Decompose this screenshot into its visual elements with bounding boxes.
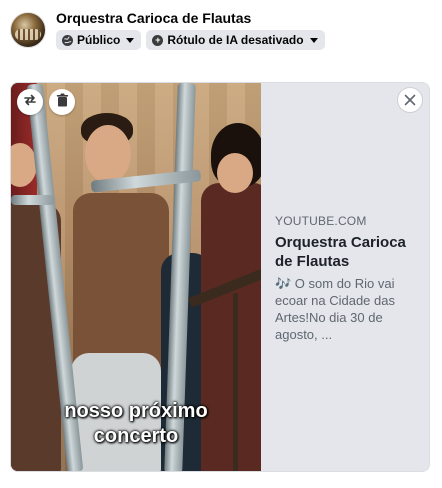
- audience-selector[interactable]: Público: [56, 30, 142, 50]
- chevron-down-icon: [309, 37, 318, 43]
- video-thumbnail[interactable]: nosso próximo concerto: [11, 83, 261, 471]
- trash-icon: [56, 93, 69, 112]
- close-icon: [404, 91, 416, 109]
- swap-arrows-icon: [23, 93, 37, 112]
- audience-chips: Público + Rótulo de IA desativado: [56, 30, 325, 50]
- ai-label-text: Rótulo de IA desativado: [167, 33, 304, 47]
- ai-label-selector[interactable]: + Rótulo de IA desativado: [146, 30, 325, 50]
- plus-circle-icon: +: [152, 34, 164, 46]
- audience-label: Público: [77, 33, 121, 47]
- link-meta: YOUTUBE.COM Orquestra Carioca de Flautas…: [275, 214, 427, 343]
- link-domain: YOUTUBE.COM: [275, 214, 367, 228]
- page-name[interactable]: Orquestra Carioca de Flautas: [56, 10, 251, 26]
- swap-button[interactable]: [17, 89, 43, 115]
- thumbnail-caption: nosso próximo concerto: [11, 399, 261, 449]
- link-preview-card[interactable]: nosso próximo concerto YOUTUBE.COM Orque…: [10, 82, 430, 472]
- post-header: Orquestra Carioca de Flautas Público + R…: [10, 10, 430, 54]
- thumbnail-caption-line1: nosso próximo: [64, 400, 208, 422]
- thumbnail-caption-line2: concerto: [93, 425, 179, 447]
- link-title[interactable]: Orquestra Carioca de Flautas: [275, 233, 427, 271]
- delete-button[interactable]: [49, 89, 75, 115]
- page-avatar[interactable]: [10, 12, 46, 48]
- chevron-down-icon: [126, 37, 135, 43]
- close-button[interactable]: [397, 87, 423, 113]
- link-description: 🎶 O som do Rio vai ecoar na Cidade das A…: [275, 276, 395, 342]
- globe-icon: [62, 34, 73, 46]
